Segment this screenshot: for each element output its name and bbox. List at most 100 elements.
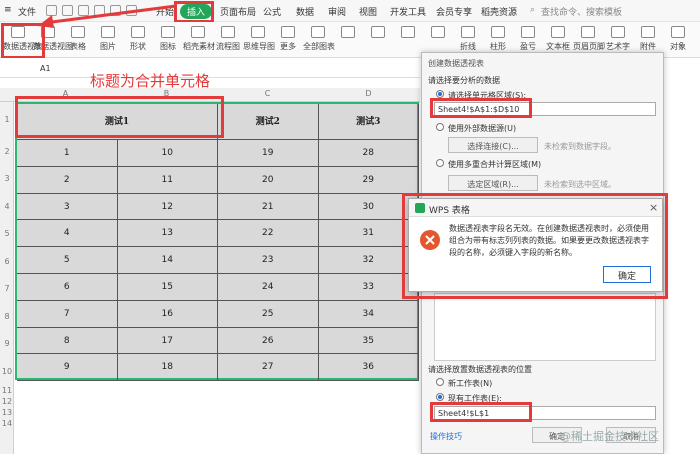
ribbon-icon <box>671 26 685 38</box>
table-cell[interactable]: 11 <box>117 166 218 194</box>
row-number[interactable]: 14 <box>0 419 14 428</box>
table-cell[interactable]: 6 <box>17 274 118 301</box>
row-number[interactable]: 4 <box>0 202 14 211</box>
menu-review[interactable]: 审阅 <box>328 5 346 18</box>
ribbon-button[interactable]: 艺术字 <box>603 24 633 52</box>
radio-external-label: 使用外部数据源(U) <box>448 124 517 133</box>
table-cell[interactable]: 7 <box>17 300 118 328</box>
table-cell[interactable]: 2 <box>17 166 118 194</box>
table-cell[interactable]: 20 <box>218 166 319 194</box>
row-number[interactable]: 9 <box>0 339 14 348</box>
radio-external[interactable] <box>436 123 444 131</box>
row-number[interactable]: 5 <box>0 229 14 238</box>
ribbon-button-label: 更多 <box>280 42 296 51</box>
ribbon-button-label: 形状 <box>130 42 146 51</box>
row-number[interactable]: 1 <box>0 115 14 124</box>
ribbon-button-label: 稻壳素材 <box>183 42 215 51</box>
radio-range[interactable] <box>436 90 444 98</box>
table-cell[interactable]: 24 <box>218 274 319 301</box>
table-cell[interactable]: 3 <box>17 193 118 221</box>
search-box[interactable]: 查找命令、搜索模板 <box>541 5 622 18</box>
ribbon-button[interactable]: 柱形 <box>483 24 513 52</box>
ribbon-icon <box>461 26 475 38</box>
radio-existing-sheet[interactable] <box>436 393 444 401</box>
ribbon-button[interactable]: 稻壳素材 <box>183 24 215 52</box>
ribbon-icon <box>281 26 295 38</box>
table-cell[interactable]: 29 <box>318 166 419 194</box>
menu-icon[interactable]: ≡ <box>4 5 12 15</box>
table-cell[interactable]: 19 <box>218 140 319 167</box>
ribbon-button-label: 折线 <box>460 42 476 51</box>
name-box[interactable]: A1 <box>40 64 51 73</box>
radio-multi[interactable] <box>436 159 444 167</box>
header-cell[interactable]: 测试2 <box>218 104 319 140</box>
radio-new-sheet[interactable] <box>436 378 444 386</box>
table-cell[interactable]: 15 <box>117 274 218 301</box>
ribbon-button[interactable]: 文本框 <box>543 24 573 52</box>
table-cell[interactable]: 23 <box>218 247 319 274</box>
table-cell[interactable]: 36 <box>318 354 419 382</box>
ribbon-button[interactable]: 更多 <box>273 24 303 52</box>
row-number[interactable]: 7 <box>0 284 14 293</box>
table-cell[interactable]: 9 <box>17 354 118 382</box>
menu-data[interactable]: 数据 <box>296 5 314 18</box>
ribbon-button[interactable] <box>363 24 393 41</box>
row-number[interactable]: 3 <box>0 174 14 183</box>
row-number[interactable]: 2 <box>0 147 14 156</box>
table-cell[interactable]: 12 <box>117 193 218 221</box>
row-number[interactable]: 10 <box>0 367 14 376</box>
row-number[interactable]: 11 <box>0 386 14 395</box>
table-cell[interactable]: 16 <box>117 300 218 328</box>
ribbon-button[interactable]: 全部图表 <box>303 24 335 52</box>
ribbon-button[interactable]: 对象 <box>663 24 693 52</box>
ribbon-button[interactable]: 思维导图 <box>243 24 275 52</box>
ribbon-button-label: 艺术字 <box>606 42 630 51</box>
ribbon-button[interactable]: 流程图 <box>213 24 243 52</box>
row-number[interactable]: 12 <box>0 397 14 406</box>
menu-formula[interactable]: 公式 <box>263 5 281 18</box>
table-cell[interactable]: 22 <box>218 220 319 248</box>
no-connection-text: 未检索到数据字段。 <box>544 142 616 151</box>
menu-page-layout[interactable]: 页面布局 <box>220 5 256 18</box>
table-cell[interactable]: 28 <box>318 140 419 167</box>
row-number[interactable]: 8 <box>0 312 14 321</box>
menu-developer[interactable]: 开发工具 <box>390 5 426 18</box>
table-cell[interactable]: 27 <box>218 354 319 382</box>
table-cell[interactable]: 26 <box>218 327 319 355</box>
column-d[interactable]: D <box>318 89 419 98</box>
table-cell[interactable]: 5 <box>17 247 118 274</box>
ribbon-button[interactable]: 页眉页脚 <box>573 24 605 52</box>
menu-member[interactable]: 会员专享 <box>436 5 472 18</box>
area-list[interactable] <box>434 293 656 361</box>
table-cell[interactable]: 35 <box>318 327 419 355</box>
table-cell[interactable]: 34 <box>318 300 419 328</box>
header-cell[interactable]: 测试3 <box>318 104 419 140</box>
pivot-dialog-title: 创建数据透视表 <box>428 59 484 68</box>
menu-resources[interactable]: 稻壳资源 <box>481 5 517 18</box>
column-c[interactable]: C <box>217 89 318 98</box>
ribbon-button[interactable]: 附件 <box>633 24 663 52</box>
table-cell[interactable]: 1 <box>17 140 118 167</box>
menu-view[interactable]: 视图 <box>359 5 377 18</box>
table-cell[interactable]: 4 <box>17 220 118 248</box>
row-number[interactable]: 6 <box>0 257 14 266</box>
choose-area-button[interactable]: 选定区域(R)... <box>448 175 538 191</box>
table-cell[interactable]: 10 <box>117 140 218 167</box>
row-number[interactable]: 13 <box>0 408 14 417</box>
table-cell[interactable]: 14 <box>117 247 218 274</box>
table-cell[interactable]: 13 <box>117 220 218 248</box>
table-cell[interactable]: 18 <box>117 354 218 382</box>
tips-link[interactable]: 操作技巧 <box>430 431 462 442</box>
table-cell[interactable]: 8 <box>17 327 118 355</box>
ribbon-button[interactable] <box>393 24 423 41</box>
ribbon-button[interactable] <box>423 24 453 41</box>
table-cell[interactable]: 21 <box>218 193 319 221</box>
ribbon-button[interactable]: 折线 <box>453 24 483 52</box>
ribbon-button[interactable]: 盈亏 <box>513 24 543 52</box>
table-cell[interactable]: 17 <box>117 327 218 355</box>
search-icon[interactable]: ⌕ <box>530 5 535 15</box>
choose-connection-button[interactable]: 选择连接(C)... <box>448 137 538 153</box>
ribbon-button-label: 图标 <box>160 42 176 51</box>
table-cell[interactable]: 25 <box>218 300 319 328</box>
ribbon-button[interactable] <box>333 24 363 41</box>
